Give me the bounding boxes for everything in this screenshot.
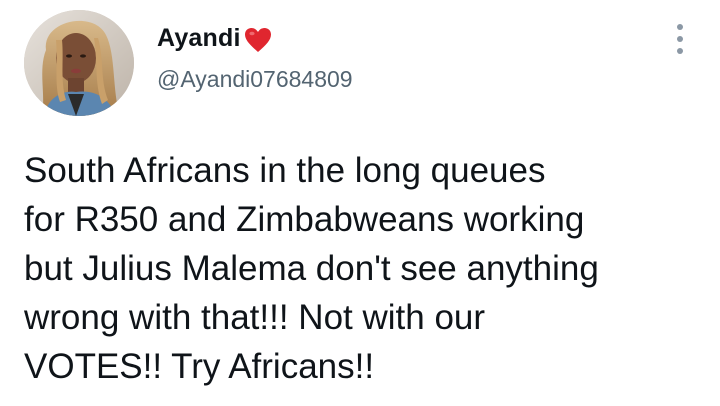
tweet-card: Ayandi @Ayandi07684809 South Africans in… bbox=[0, 0, 720, 406]
tweet-text-line: but Julius Malema don't see anything bbox=[24, 249, 599, 288]
more-dot bbox=[677, 48, 683, 54]
author-name-row[interactable]: Ayandi bbox=[157, 22, 272, 54]
more-dot bbox=[677, 24, 683, 30]
tweet-text: South Africans in the long queues for R3… bbox=[24, 146, 714, 391]
avatar-photo bbox=[24, 10, 134, 116]
tweet-text-line: South Africans in the long queues bbox=[24, 151, 546, 190]
tweet-text-line: for R350 and Zimbabweans working bbox=[24, 200, 585, 239]
red-heart-icon bbox=[244, 27, 272, 53]
more-dot bbox=[677, 36, 683, 42]
tweet-text-line: wrong with that!!! Not with our bbox=[24, 298, 486, 337]
tweet-text-line: VOTES!! Try Africans!! bbox=[24, 347, 375, 386]
author-display-name[interactable]: Ayandi bbox=[157, 24, 241, 53]
author-avatar[interactable] bbox=[24, 10, 134, 116]
more-options-icon[interactable] bbox=[672, 24, 688, 54]
author-handle[interactable]: @Ayandi07684809 bbox=[157, 66, 353, 93]
